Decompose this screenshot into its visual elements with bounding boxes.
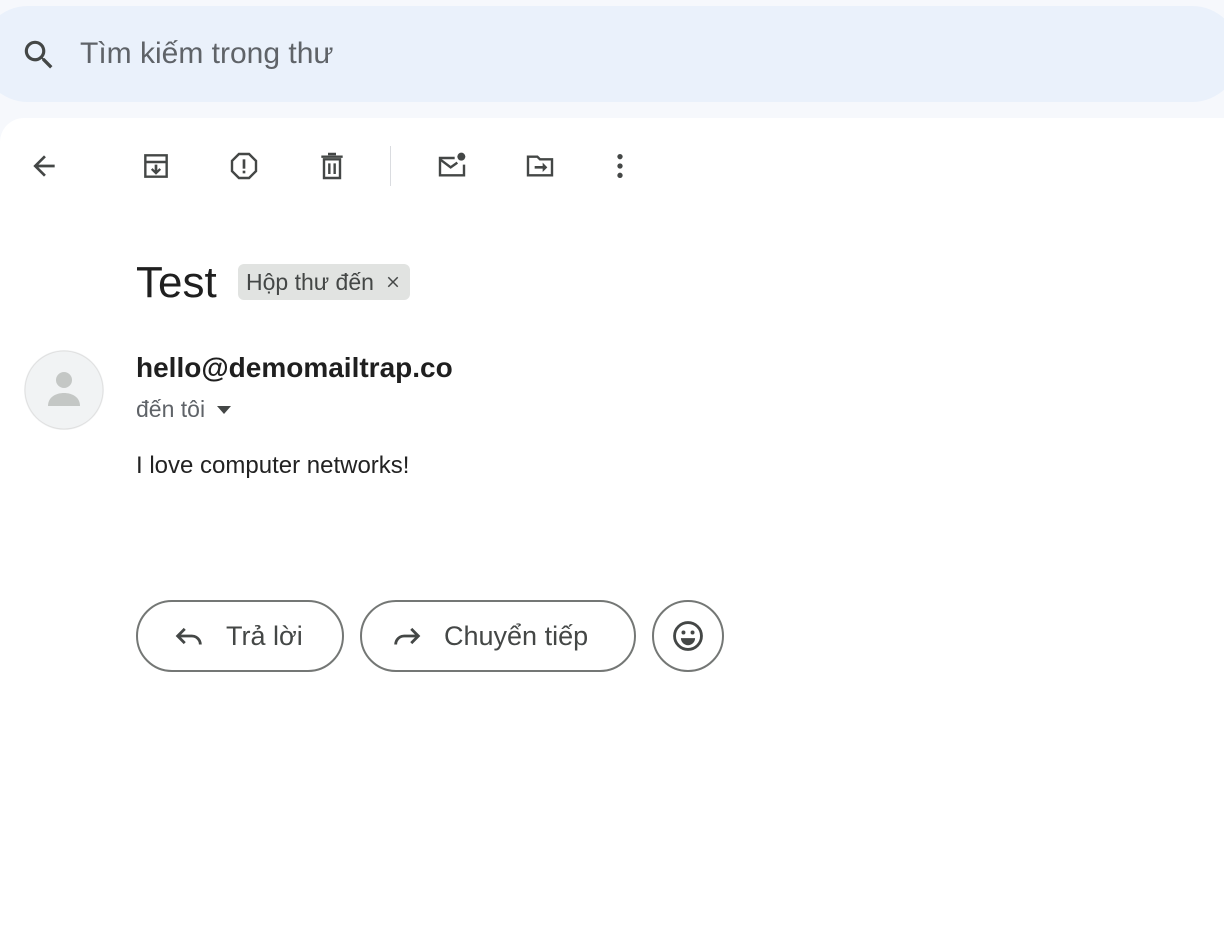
message-view: Test Hộp thư đến hello@demomailtrap.co đ…	[0, 118, 1224, 948]
forward-icon	[394, 627, 421, 645]
mark-unread-icon	[438, 152, 466, 177]
more-vert-icon	[617, 154, 623, 178]
reply-label: Trả lời	[226, 620, 303, 651]
inbox-label-chip[interactable]: Hộp thư đến	[238, 264, 410, 300]
move-to-button[interactable]	[516, 142, 564, 190]
emoji-reaction-button[interactable]	[652, 600, 724, 672]
person-icon	[24, 350, 104, 430]
sender-address[interactable]: hello@demomailtrap.co	[136, 352, 453, 384]
reply-icon	[175, 627, 202, 645]
search-icon[interactable]	[20, 36, 58, 74]
move-to-icon	[526, 155, 554, 177]
message-subject: Test	[136, 258, 217, 307]
recipient-details-toggle[interactable]: đến tôi	[136, 396, 233, 423]
recipient-label: đến tôi	[136, 396, 206, 422]
report-spam-icon	[230, 152, 258, 180]
reply-button[interactable]: Trả lời	[136, 600, 344, 672]
close-icon	[387, 276, 399, 288]
mark-unread-button[interactable]	[428, 142, 476, 190]
emoji-icon	[673, 621, 703, 651]
toolbar-divider	[390, 146, 391, 186]
arrow-left-icon	[33, 155, 55, 177]
search-bar[interactable]	[0, 6, 1224, 102]
forward-label: Chuyển tiếp	[444, 620, 589, 651]
avatar[interactable]	[24, 350, 104, 430]
forward-button[interactable]: Chuyển tiếp	[360, 600, 636, 672]
report-spam-button[interactable]	[220, 142, 268, 190]
remove-label-button[interactable]	[384, 273, 402, 291]
message-body: I love computer networks!	[136, 452, 410, 479]
archive-icon	[144, 154, 168, 178]
label-text: Hộp thư đến	[246, 268, 374, 295]
delete-button[interactable]	[308, 142, 356, 190]
more-options-button[interactable]	[596, 142, 644, 190]
search-input[interactable]	[80, 32, 980, 76]
back-button[interactable]	[20, 142, 68, 190]
trash-icon	[321, 152, 343, 180]
chevron-down-icon	[217, 405, 232, 414]
archive-button[interactable]	[132, 142, 180, 190]
